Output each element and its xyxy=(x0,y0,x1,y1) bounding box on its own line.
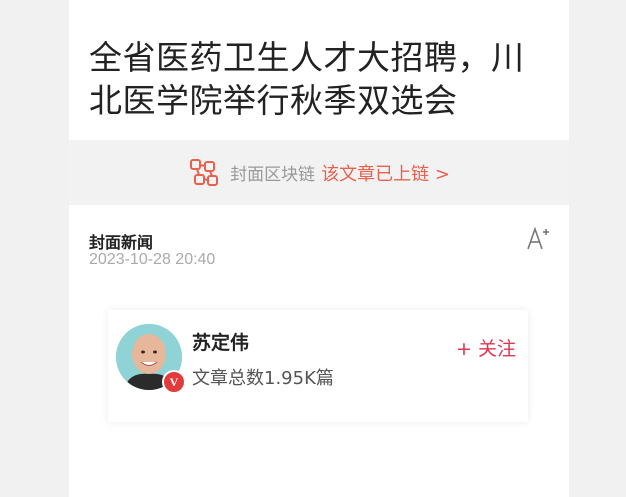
follow-button[interactable]: + 关注 xyxy=(456,334,516,361)
verified-badge: V xyxy=(162,370,186,394)
blockchain-label: 封面区块链 xyxy=(230,165,316,185)
article-source: 封面新闻 xyxy=(89,233,154,252)
chain-status-link[interactable]: 该文章已上链 > xyxy=(321,160,450,186)
font-size-increase-icon[interactable] xyxy=(525,224,553,252)
blockchain-bar[interactable]: 封面区块链 该文章已上链 > xyxy=(69,140,569,205)
article-date: 2023-10-28 20:40 xyxy=(89,251,216,268)
author-article-count: 文章总数1.95K篇 xyxy=(192,368,334,389)
author-name[interactable]: 苏定伟 xyxy=(192,328,249,355)
author-card: V 苏定伟 文章总数1.95K篇 + 关注 xyxy=(108,310,528,422)
article-page: 全省医药卫生人才大招聘，川北医学院举行秋季双选会 封面区块链 该文章已上链 > … xyxy=(69,0,569,497)
article-title: 全省医药卫生人才大招聘，川北医学院举行秋季双选会 xyxy=(89,38,525,120)
blockchain-icon xyxy=(188,157,220,189)
